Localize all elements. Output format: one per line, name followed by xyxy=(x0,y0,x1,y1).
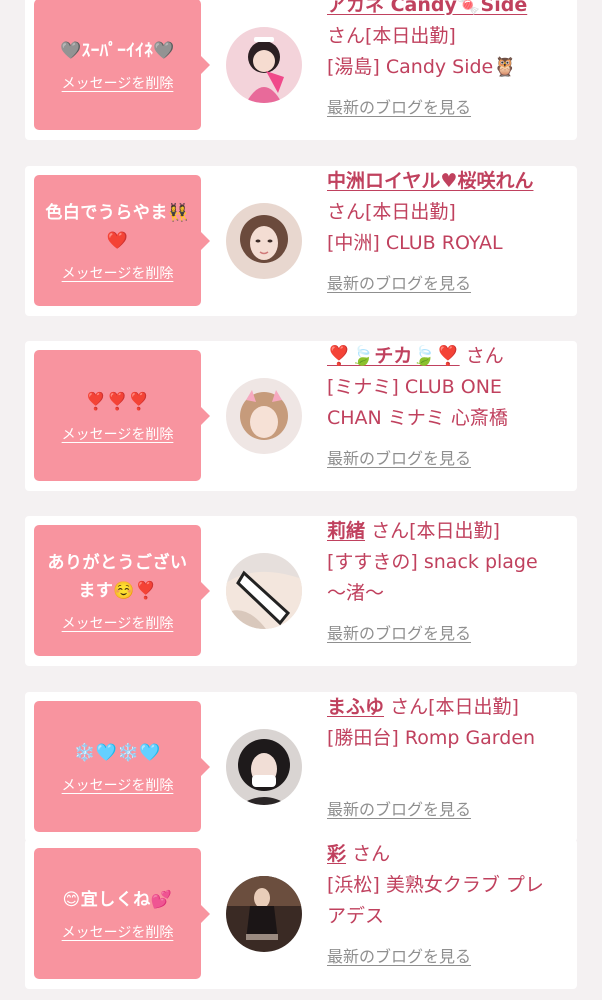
message-card: ありがとうございます☺️❣️ メッセージを削除 莉緒 さん[本日出勤] [すすき… xyxy=(25,516,577,666)
avatar[interactable] xyxy=(226,729,302,805)
delete-message-link[interactable]: メッセージを削除 xyxy=(62,73,174,93)
message-card: 🩶ｽｰﾊﾟｰｲｲﾈ🩶 メッセージを削除 アカネ Candy🍬Side さん[本日… xyxy=(25,0,577,140)
host-status: さん[本日出勤] xyxy=(371,520,500,542)
host-info: アカネ Candy🍬Side さん[本日出勤] [湯島] Candy Side🦉 xyxy=(327,0,561,83)
message-bubble: ❄️🩵❄️🩵 メッセージを削除 xyxy=(34,701,210,832)
message-bubble: 🩶ｽｰﾊﾟｰｲｲﾈ🩶 メッセージを削除 xyxy=(34,0,210,130)
avatar[interactable] xyxy=(226,27,302,103)
latest-blog-link[interactable]: 最新のブログを見る xyxy=(327,94,471,118)
message-bubble: 😊宜しくね💕 メッセージを削除 xyxy=(34,848,210,979)
host-info: まふゆ さん[本日出勤] [勝田台] Romp Garden xyxy=(327,692,561,754)
avatar[interactable] xyxy=(226,203,302,279)
latest-blog-link[interactable]: 最新のブログを見る xyxy=(327,620,471,644)
message-card: ❄️🩵❄️🩵 メッセージを削除 まふゆ さん[本日出勤] [勝田台] Romp … xyxy=(25,692,577,842)
message-text: 🩶ｽｰﾊﾟｰｲｲﾈ🩶 xyxy=(60,40,175,61)
host-status: さん[本日出勤] xyxy=(327,25,456,47)
message-text: 色白でうらやま👯‍♀️❤️ xyxy=(45,202,190,251)
message-card: 😊宜しくね💕 メッセージを削除 彩 さん [浜松] 美熟女クラブ プレアデス 最… xyxy=(25,839,577,989)
message-text: ありがとうございます☺️❣️ xyxy=(47,552,188,601)
message-card: 色白でうらやま👯‍♀️❤️ メッセージを削除 中洲ロイヤル♥桜咲れん さん[本日… xyxy=(25,166,577,316)
latest-blog-link[interactable]: 最新のブログを見る xyxy=(327,445,471,469)
latest-blog-link[interactable]: 最新のブログを見る xyxy=(327,796,471,820)
latest-blog-link[interactable]: 最新のブログを見る xyxy=(327,270,471,294)
host-status: さん[本日出勤] xyxy=(327,201,456,223)
shop-info: [湯島] Candy Side🦉 xyxy=(327,56,517,78)
message-text: ❄️🩵❄️🩵 xyxy=(74,742,161,763)
delete-message-link[interactable]: メッセージを削除 xyxy=(62,922,174,942)
delete-message-link[interactable]: メッセージを削除 xyxy=(62,775,174,795)
avatar[interactable] xyxy=(226,378,302,454)
delete-message-link[interactable]: メッセージを削除 xyxy=(62,263,174,283)
message-bubble: ❣️❣️❣️ メッセージを削除 xyxy=(34,350,210,481)
host-info: 中洲ロイヤル♥桜咲れん さん[本日出勤] [中洲] CLUB ROYAL xyxy=(327,166,561,259)
host-name-link[interactable]: 彩 xyxy=(327,843,346,865)
latest-blog-link[interactable]: 最新のブログを見る xyxy=(327,943,471,967)
shop-info: [中洲] CLUB ROYAL xyxy=(327,232,503,254)
delete-message-link[interactable]: メッセージを削除 xyxy=(62,613,174,633)
host-name-link[interactable]: 中洲ロイヤル♥桜咲れん xyxy=(327,170,533,192)
shop-info: [すすきの] snack plage ～渚～ xyxy=(327,551,538,604)
host-status: さん xyxy=(465,345,504,367)
host-name-link[interactable]: 莉緒 xyxy=(327,520,365,542)
message-card: ❣️❣️❣️ メッセージを削除 ❣️🍃チカ🍃❣️ さん [ミナミ] CLUB O… xyxy=(25,341,577,491)
message-list: 🩶ｽｰﾊﾟｰｲｲﾈ🩶 メッセージを削除 アカネ Candy🍬Side さん[本日… xyxy=(0,0,602,1000)
message-text: ❣️❣️❣️ xyxy=(84,391,150,412)
message-bubble: 色白でうらやま👯‍♀️❤️ メッセージを削除 xyxy=(34,175,210,306)
host-name-link[interactable]: ❣️🍃チカ🍃❣️ xyxy=(327,345,460,367)
message-bubble: ありがとうございます☺️❣️ メッセージを削除 xyxy=(34,525,210,656)
host-status: さん xyxy=(352,843,391,865)
host-info: 彩 さん [浜松] 美熟女クラブ プレアデス xyxy=(327,839,561,932)
delete-message-link[interactable]: メッセージを削除 xyxy=(62,424,174,444)
message-text: 😊宜しくね💕 xyxy=(62,889,173,910)
shop-info: [勝田台] Romp Garden xyxy=(327,727,536,749)
shop-info: [浜松] 美熟女クラブ プレアデス xyxy=(327,874,544,927)
host-name-link[interactable]: まふゆ xyxy=(327,696,384,718)
host-info: ❣️🍃チカ🍃❣️ さん [ミナミ] CLUB ONE CHAN ミナミ 心斎橋 xyxy=(327,341,561,434)
shop-info: [ミナミ] CLUB ONE CHAN ミナミ 心斎橋 xyxy=(327,376,508,429)
host-info: 莉緒 さん[本日出勤] [すすきの] snack plage ～渚～ xyxy=(327,516,561,609)
host-name-link[interactable]: アカネ Candy🍬Side xyxy=(327,0,527,16)
avatar[interactable] xyxy=(226,876,302,952)
host-status: さん[本日出勤] xyxy=(390,696,519,718)
avatar[interactable] xyxy=(226,553,302,629)
